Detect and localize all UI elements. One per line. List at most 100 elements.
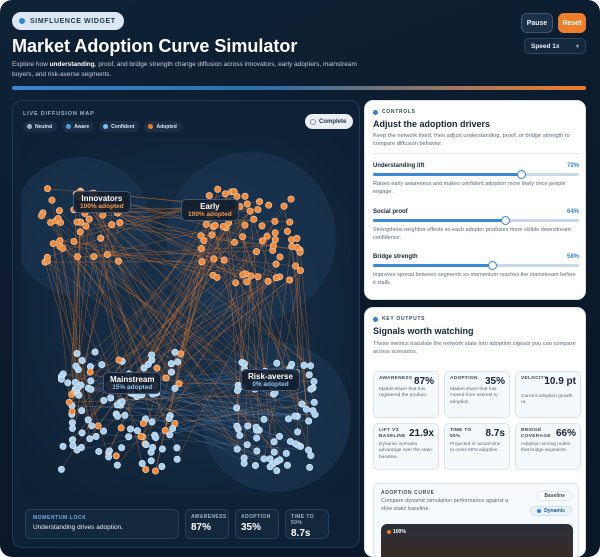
network-node <box>239 233 247 241</box>
map-legend: Neutral Aware Confident Adopted <box>23 121 182 132</box>
network-node <box>246 207 254 215</box>
network-node <box>272 274 280 282</box>
network-node <box>57 375 65 383</box>
network-node <box>137 433 145 441</box>
network-node <box>171 348 179 356</box>
network-node <box>305 371 313 379</box>
network-node <box>258 222 266 230</box>
network-node <box>239 271 247 279</box>
adoption-curve-chart: 100% <box>381 524 573 557</box>
network-node <box>118 444 126 452</box>
pause-button[interactable]: Pause <box>521 13 553 33</box>
reset-button[interactable]: Reset <box>558 13 586 33</box>
network-node <box>276 253 284 261</box>
slider-handle[interactable] <box>500 216 510 225</box>
network-node <box>307 385 315 393</box>
slider-handle[interactable] <box>488 261 498 270</box>
map-summary-row: MOMENTUM LOCK Understanding drives adopt… <box>25 509 329 539</box>
network-node <box>240 459 248 467</box>
network-node <box>233 404 241 412</box>
dynamic-toggle[interactable]: Dynamic <box>530 506 572 516</box>
slider-social-proof: Social proof 64% Strengthens neighbor eff… <box>373 209 579 241</box>
network-node <box>59 442 67 450</box>
network-node <box>94 422 102 430</box>
network-node <box>266 463 274 471</box>
map-section-label: LIVE DIFFUSION MAP <box>23 111 95 117</box>
network-node <box>286 218 294 226</box>
network-node <box>140 364 148 372</box>
network-node <box>148 351 156 359</box>
network-node <box>74 253 82 261</box>
baseline-toggle[interactable]: Baseline <box>537 491 572 501</box>
legend-adopted: Adopted <box>144 121 182 132</box>
network-node <box>307 362 315 370</box>
network-node <box>115 356 123 364</box>
network-node <box>221 190 229 198</box>
legend-aware: Aware <box>62 121 95 132</box>
outputs-eyebrow: KEY OUTPUTS <box>373 316 425 322</box>
network-node <box>87 385 95 393</box>
network-node <box>139 419 147 427</box>
network-node <box>113 461 121 469</box>
network-node <box>271 236 279 244</box>
network-node <box>114 257 122 265</box>
network-node <box>107 394 115 402</box>
bridge-strength-slider[interactable] <box>373 261 579 270</box>
speed-select[interactable]: Speed 1x ▾ <box>524 38 586 54</box>
page-subtitle: Explore how understanding, proof, and br… <box>12 61 357 78</box>
network-node <box>70 237 78 245</box>
segment-label-mainstream: Mainstream 15% adopted <box>103 372 162 394</box>
understanding-lift-slider[interactable] <box>373 170 579 179</box>
network-node <box>38 212 46 220</box>
network-node <box>263 232 271 240</box>
status-icon <box>310 118 316 125</box>
network-node <box>98 361 106 369</box>
network-node <box>291 440 299 448</box>
network-node <box>117 424 125 432</box>
network-node <box>282 449 290 457</box>
network-node <box>293 243 301 251</box>
network-node <box>293 234 301 242</box>
network-node <box>250 215 258 223</box>
network-node <box>243 200 251 208</box>
network-node <box>208 231 216 239</box>
network-node <box>55 207 63 215</box>
segment-label-innovators: Innovators 100% adopted <box>73 191 131 213</box>
network-node <box>254 273 262 281</box>
speed-value: Speed 1x <box>531 42 560 50</box>
network-node <box>220 256 228 264</box>
network-node <box>233 422 241 430</box>
network-node <box>149 444 157 452</box>
network-node <box>294 428 302 436</box>
network-node <box>175 380 183 388</box>
outputs-title: Signals worth watching <box>373 326 474 336</box>
diffusion-map-panel: LIVE DIFFUSION MAP Neutral Aware Confide… <box>12 100 360 548</box>
network-node <box>74 384 82 392</box>
metric-awareness: AWARENESS 87% Market share that has regist… <box>373 371 439 418</box>
network-node <box>275 432 283 440</box>
momentum-lock-card: MOMENTUM LOCK Understanding drives adopt… <box>25 509 179 539</box>
network-node <box>116 219 124 227</box>
legend-confident: Confident <box>99 121 140 132</box>
network-node <box>90 253 98 261</box>
network-node <box>271 229 279 237</box>
network-node <box>253 447 261 455</box>
network-node <box>273 467 281 475</box>
segment-label-early: Early 100% adopted <box>181 199 239 221</box>
network-node <box>283 227 291 235</box>
network-node <box>142 465 150 473</box>
network-node <box>97 234 105 242</box>
network-node <box>310 378 318 386</box>
slider-understanding-lift: Understanding lift 72% Raises early aware… <box>373 163 579 195</box>
network-node <box>73 350 81 358</box>
network-node <box>78 356 86 364</box>
slider-handle[interactable] <box>517 170 527 179</box>
social-proof-slider[interactable] <box>373 216 579 225</box>
segment-label-risk-averse: Risk-averse 0% adopted <box>241 369 300 391</box>
network-canvas[interactable]: Innovators 100% adopted Early 100% adopt… <box>21 137 351 495</box>
network-node <box>286 276 294 284</box>
controls-eyebrow: CONTROLS <box>373 109 416 115</box>
network-node <box>305 417 313 425</box>
network-node <box>59 244 67 252</box>
network-node <box>276 456 284 464</box>
